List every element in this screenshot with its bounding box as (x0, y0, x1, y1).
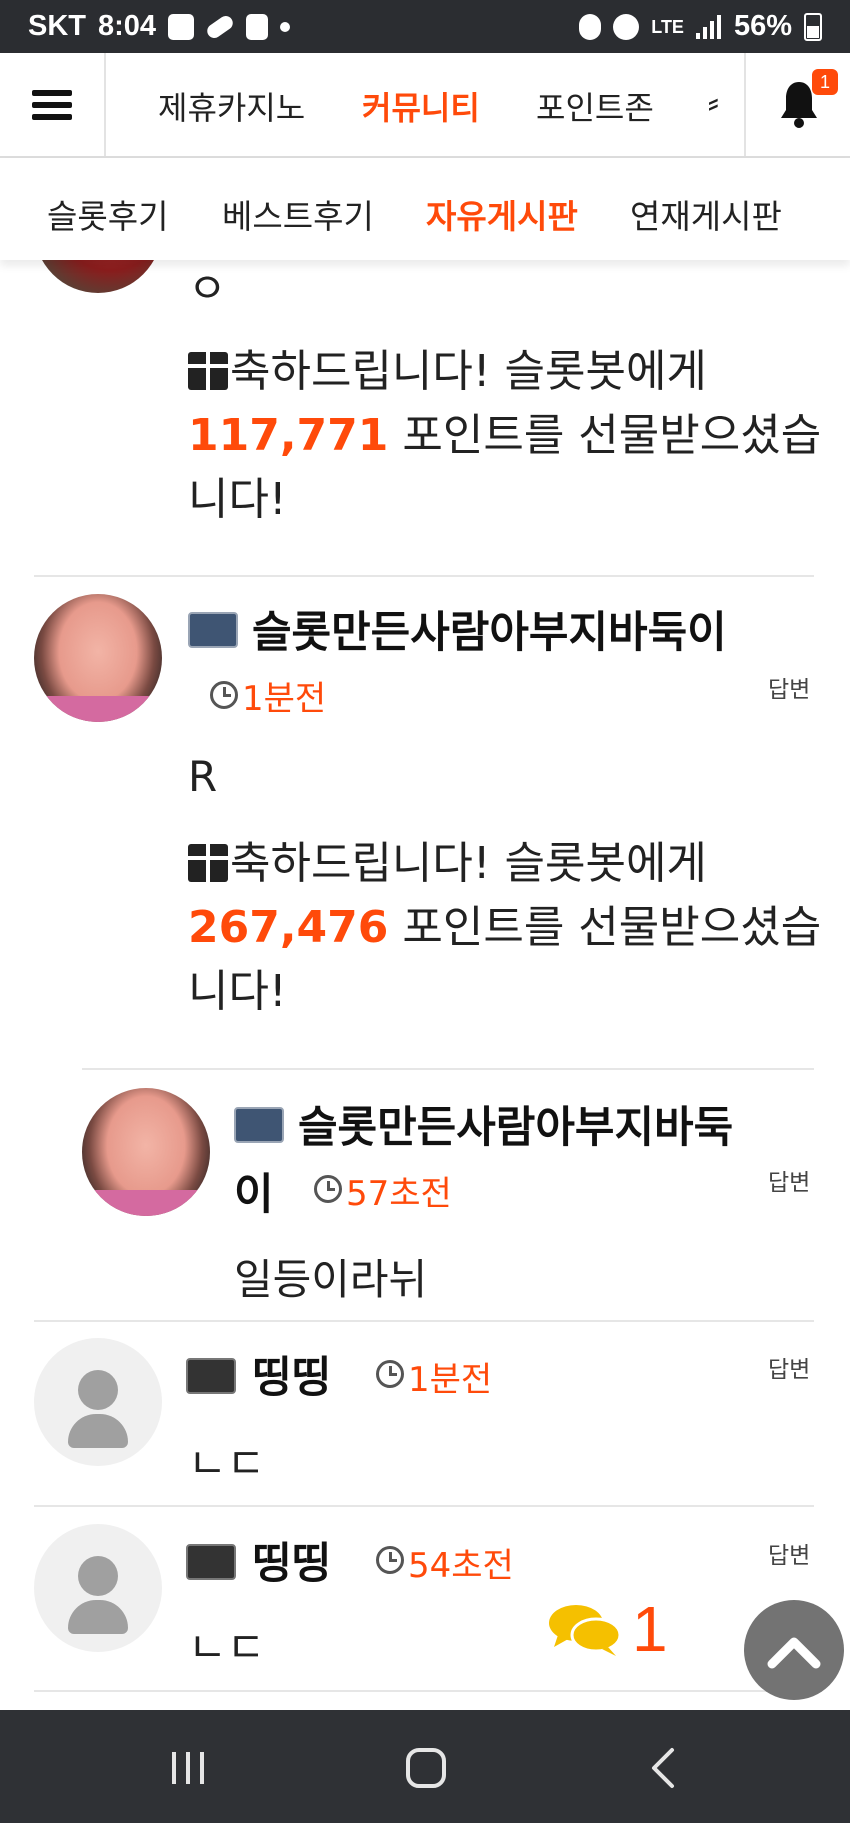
clock-icon (376, 1546, 404, 1574)
recycle-icon (579, 13, 602, 40)
comment-author-continued[interactable]: 이 (234, 1160, 274, 1222)
comment-author[interactable]: 띵띵 (252, 1529, 331, 1591)
gallery-icon (168, 13, 195, 40)
alarm-icon (613, 13, 640, 40)
person-icon (78, 1370, 118, 1410)
home-icon[interactable] (404, 1746, 448, 1790)
comment-text: ㄴㄷ (188, 1623, 266, 1672)
gift-icon (188, 352, 228, 390)
network-type: LTE (651, 16, 684, 37)
nav-tab-more[interactable]: ⸗ (708, 83, 719, 121)
comment-text: R (188, 752, 218, 801)
carrier: SKT (28, 10, 86, 42)
b-app-icon (246, 13, 269, 40)
sub-tab-series-board[interactable]: 연재게시판 (630, 190, 782, 238)
gift-icon (188, 844, 228, 882)
comment-time: 1분전 (242, 679, 327, 719)
avatar[interactable] (34, 1524, 162, 1652)
signal-icon (695, 14, 721, 39)
system-nav-bar (0, 1710, 850, 1823)
status-bar: SKT 8:04 LTE 56% (0, 0, 850, 53)
divider (34, 1505, 814, 1507)
level-icon (188, 612, 238, 648)
gift-prefix: 축하드립니다! 슬롯봇에게 (230, 838, 707, 889)
hamburger-icon (32, 84, 72, 126)
divider (34, 575, 814, 577)
divider (82, 1068, 814, 1070)
gift-prefix: 축하드립니다! 슬롯봇에게 (230, 346, 707, 397)
comment-time: 1분전 (408, 1360, 493, 1400)
comment-author[interactable]: 슬롯만든사람아부지바둑이 (252, 598, 727, 660)
reply-button[interactable]: 답변 (768, 1163, 810, 1197)
person-icon (78, 1556, 118, 1596)
comment-author[interactable]: 슬롯만든사람아부지바둑 (298, 1093, 733, 1155)
sub-tab-slot-reviews[interactable]: 슬롯후기 (47, 190, 168, 238)
comment-text: 일등이라뉘 (234, 1255, 428, 1304)
back-icon[interactable] (648, 1746, 678, 1790)
sub-tab-free-board[interactable]: 자유게시판 (426, 190, 578, 238)
reply-button[interactable]: 답변 (768, 670, 810, 704)
top-nav: 제휴카지노 커뮤니티 포인트존 ⸗ 1 (0, 53, 850, 158)
nav-tabs: 제휴카지노 커뮤니티 포인트존 ⸗ (104, 53, 744, 156)
sub-nav: 슬롯후기 베스트후기 자유게시판 연재게시판 (0, 158, 850, 260)
menu-button[interactable] (0, 53, 106, 156)
avatar[interactable] (34, 1338, 162, 1466)
avatar[interactable] (82, 1088, 210, 1216)
clock-icon (314, 1175, 342, 1203)
nav-tab-community[interactable]: 커뮤니티 (362, 83, 480, 129)
comment-time: 54초전 (408, 1546, 514, 1586)
level-icon (186, 1358, 236, 1394)
comment-text: ㄴㄷ (188, 1439, 266, 1488)
reply-button[interactable]: 답변 (768, 1536, 810, 1570)
chevron-up-icon (767, 1637, 821, 1669)
scroll-top-button[interactable] (744, 1600, 844, 1700)
comment-count: 1 (632, 1593, 668, 1665)
clock-icon (210, 681, 238, 709)
comment-text: ㅇ (188, 264, 227, 313)
pill-icon (204, 12, 236, 41)
comment-author[interactable]: 띵띵 (252, 1343, 331, 1405)
level-icon (234, 1107, 284, 1143)
gift-points: 267,476 (188, 902, 389, 953)
notification-badge: 1 (812, 69, 838, 95)
avatar[interactable] (34, 594, 162, 722)
chat-bubble-icon (549, 1605, 622, 1656)
nav-tab-point-zone[interactable]: 포인트존 (536, 83, 654, 129)
reply-button[interactable]: 답변 (768, 1350, 810, 1384)
recent-apps-icon[interactable] (168, 1748, 208, 1788)
clock-icon (376, 1360, 404, 1388)
sub-tab-best-reviews[interactable]: 베스트후기 (222, 190, 374, 238)
level-icon (186, 1544, 236, 1580)
battery-percent: 56% (733, 10, 792, 42)
nav-tab-partner-casino[interactable]: 제휴카지노 (158, 83, 305, 129)
notification-button[interactable]: 1 (744, 53, 850, 156)
comment-count-button[interactable]: 1 (548, 1592, 668, 1666)
gift-points: 117,771 (188, 410, 389, 461)
notification-dot-icon (280, 21, 291, 32)
battery-icon (804, 12, 822, 41)
divider (34, 1690, 814, 1692)
divider (34, 1320, 814, 1322)
comment-time: 57초전 (346, 1174, 452, 1214)
gift-message: 축하드립니다! 슬롯봇에게 117,771 포인트를 선물받으셨습니다! (188, 340, 828, 532)
clock-time: 8:04 (98, 10, 157, 42)
gift-message: 축하드립니다! 슬롯봇에게 267,476 포인트를 선물받으셨습니다! (188, 832, 828, 1024)
